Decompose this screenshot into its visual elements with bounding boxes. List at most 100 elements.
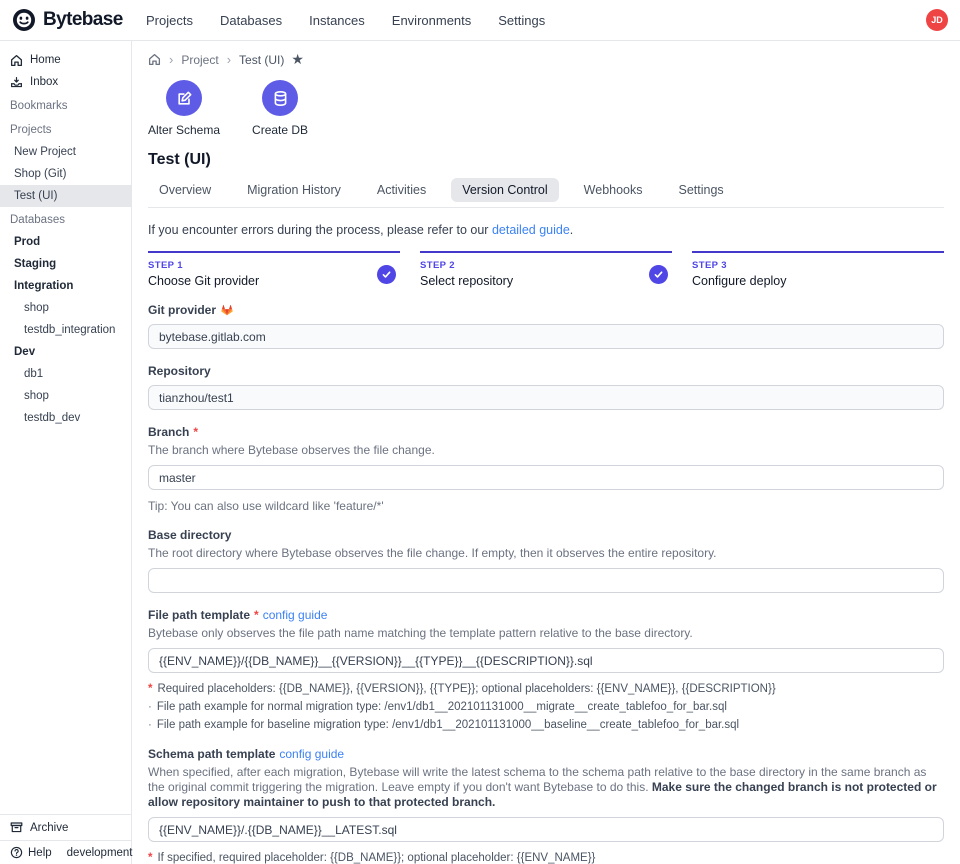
alter-schema-button[interactable]: Alter Schema xyxy=(148,80,220,137)
sidebar-item-shop-git[interactable]: Shop (Git) xyxy=(0,163,131,185)
repository-label: Repository xyxy=(148,364,944,378)
breadcrumb-current[interactable]: Test (UI) xyxy=(239,53,284,67)
field-file-path-template: File path template * config guide Byteba… xyxy=(148,608,944,732)
nav-databases[interactable]: Databases xyxy=(220,13,282,28)
tab-activities[interactable]: Activities xyxy=(366,178,437,202)
gitlab-icon xyxy=(220,303,234,317)
chevron-right-icon: › xyxy=(169,55,173,65)
required-asterisk: * xyxy=(254,608,259,622)
file-path-example-normal: · File path example for normal migration… xyxy=(148,701,944,714)
sidebar-db-testdb-integration[interactable]: testdb_integration xyxy=(0,319,131,341)
field-base-directory: Base directory The root directory where … xyxy=(148,528,944,593)
sidebar-env-integration[interactable]: Integration xyxy=(0,275,131,297)
chevron-right-icon: › xyxy=(227,55,231,65)
tab-overview[interactable]: Overview xyxy=(148,178,222,202)
branch-description: The branch where Bytebase observes the f… xyxy=(148,443,944,458)
config-guide-link[interactable]: config guide xyxy=(279,747,344,761)
help-button[interactable]: Help xyxy=(10,846,52,859)
file-path-template-input[interactable] xyxy=(148,648,944,673)
sidebar-db-integration-shop[interactable]: shop xyxy=(0,297,131,319)
tab-webhooks[interactable]: Webhooks xyxy=(573,178,654,202)
branch-input[interactable] xyxy=(148,465,944,490)
quick-actions: Alter Schema Create DB xyxy=(148,80,944,137)
sidebar-header-bookmarks: Bookmarks xyxy=(0,95,131,117)
detailed-guide-link[interactable]: detailed guide xyxy=(492,223,570,237)
favorite-star-icon[interactable]: ★ xyxy=(291,51,304,68)
required-asterisk: * xyxy=(193,425,198,439)
label-text: File path template xyxy=(148,608,250,622)
page-title: Test (UI) xyxy=(148,151,944,169)
sidebar-db-db1[interactable]: db1 xyxy=(0,363,131,385)
label-text: Schema path template xyxy=(148,747,275,761)
tab-version-control[interactable]: Version Control xyxy=(451,178,558,202)
top-navbar: Bytebase Projects Databases Instances En… xyxy=(0,0,960,41)
schema-path-template-input[interactable] xyxy=(148,817,944,842)
intro-suffix: . xyxy=(570,223,573,237)
step-label: STEP 2 xyxy=(420,260,513,271)
sidebar-footer: Help development xyxy=(0,840,131,864)
bullet: · xyxy=(148,719,152,732)
base-directory-label: Base directory xyxy=(148,528,944,542)
step-title: Select repository xyxy=(420,274,513,288)
breadcrumb-home-icon[interactable] xyxy=(148,53,161,66)
sidebar-item-label: Inbox xyxy=(30,75,58,89)
intro-text: If you encounter errors during the proce… xyxy=(148,223,492,237)
file-path-template-description: Bytebase only observes the file path nam… xyxy=(148,626,944,641)
check-icon xyxy=(377,265,396,284)
bytebase-logo[interactable]: Bytebase xyxy=(12,8,134,32)
sidebar-item-home[interactable]: Home xyxy=(0,49,131,71)
schema-path-template-label: Schema path template config guide xyxy=(148,747,944,761)
step-label: STEP 1 xyxy=(148,260,259,271)
sidebar-item-archive[interactable]: Archive xyxy=(0,814,131,840)
step-title: Configure deploy xyxy=(692,274,787,288)
version-label: development xyxy=(67,847,133,859)
tab-settings[interactable]: Settings xyxy=(668,178,735,202)
archive-icon xyxy=(10,821,23,834)
home-icon xyxy=(10,54,23,67)
label-text: Git provider xyxy=(148,303,216,317)
sidebar-item-inbox[interactable]: Inbox xyxy=(0,71,131,93)
nav-settings[interactable]: Settings xyxy=(498,13,545,28)
sidebar-env-dev[interactable]: Dev xyxy=(0,341,131,363)
file-path-template-label: File path template * config guide xyxy=(148,608,944,622)
git-provider-label: Git provider xyxy=(148,303,944,317)
repository-input[interactable] xyxy=(148,385,944,410)
sidebar-item-new-project[interactable]: New Project xyxy=(0,141,131,163)
schema-path-required-note: * If specified, required placeholder: {{… xyxy=(148,852,944,864)
brand-name: Bytebase xyxy=(43,9,123,31)
user-avatar[interactable]: JD xyxy=(926,9,948,31)
nav-projects[interactable]: Projects xyxy=(146,13,193,28)
base-directory-description: The root directory where Bytebase observ… xyxy=(148,546,944,561)
git-provider-input[interactable] xyxy=(148,324,944,349)
step-1-text: STEP 1 Choose Git provider xyxy=(148,260,259,288)
create-db-button[interactable]: Create DB xyxy=(252,80,308,137)
sidebar-env-staging[interactable]: Staging xyxy=(0,253,131,275)
help-icon xyxy=(10,846,23,859)
tab-migration-history[interactable]: Migration History xyxy=(236,178,352,202)
step-2: STEP 2 Select repository xyxy=(420,251,672,288)
nav-environments[interactable]: Environments xyxy=(392,13,471,28)
step-3-text: STEP 3 Configure deploy xyxy=(692,260,787,288)
field-git-provider: Git provider xyxy=(148,303,944,349)
quick-action-label: Create DB xyxy=(252,123,308,137)
step-3: STEP 3 Configure deploy xyxy=(692,251,944,288)
nav-instances[interactable]: Instances xyxy=(309,13,365,28)
breadcrumb: › Project › Test (UI) ★ xyxy=(148,51,944,68)
schema-path-template-description: When specified, after each migration, By… xyxy=(148,765,944,810)
base-directory-input[interactable] xyxy=(148,568,944,593)
sidebar-env-prod[interactable]: Prod xyxy=(0,231,131,253)
config-guide-link[interactable]: config guide xyxy=(263,608,328,622)
field-repository: Repository xyxy=(148,364,944,410)
breadcrumb-project[interactable]: Project xyxy=(181,53,218,67)
field-schema-path-template: Schema path template config guide When s… xyxy=(148,747,944,864)
file-path-required-note: * Required placeholders: {{DB_NAME}}, {{… xyxy=(148,683,944,696)
sidebar-db-testdb-dev[interactable]: testdb_dev xyxy=(0,407,131,429)
quick-action-label: Alter Schema xyxy=(148,123,220,137)
label-text: Repository xyxy=(148,364,211,378)
sidebar-header-projects: Projects xyxy=(0,119,131,141)
sidebar-db-dev-shop[interactable]: shop xyxy=(0,385,131,407)
step-title: Choose Git provider xyxy=(148,274,259,288)
sidebar-item-test-ui[interactable]: Test (UI) xyxy=(0,185,131,207)
note-text: If specified, required placeholder: {{DB… xyxy=(157,852,595,864)
bullet: · xyxy=(148,701,152,714)
